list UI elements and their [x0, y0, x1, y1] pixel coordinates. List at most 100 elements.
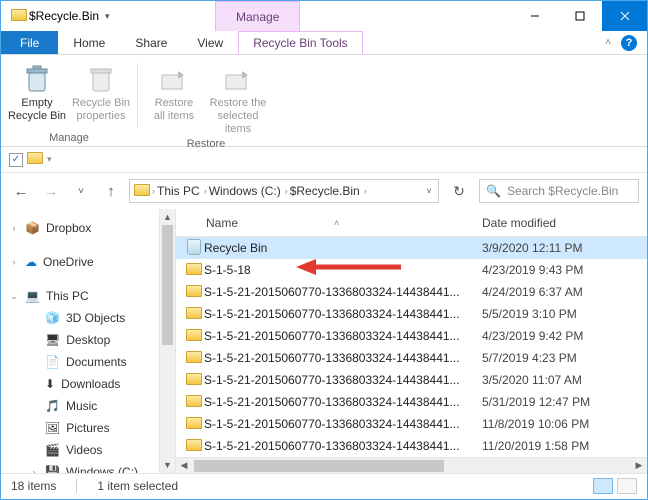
videos-icon: 🎬: [45, 443, 60, 457]
folder-icon: [186, 373, 202, 385]
nav-this-pc[interactable]: ⌄💻This PC: [1, 285, 175, 307]
collapse-ribbon-icon[interactable]: ˄: [605, 37, 611, 48]
ribbon-tabs: File Home Share View Recycle Bin Tools ˄…: [1, 31, 647, 55]
file-name: S-1-5-21-2015060770-1336803324-14438441.…: [204, 417, 482, 431]
table-row[interactable]: S-1-5-21-2015060770-1336803324-14438441.…: [176, 325, 647, 347]
table-row[interactable]: S-1-5-21-2015060770-1336803324-14438441.…: [176, 369, 647, 391]
horizontal-scrollbar[interactable]: ◀▶: [176, 457, 647, 473]
folder-icon: [186, 395, 202, 407]
quick-access-bar: ✓ ▾: [1, 147, 647, 173]
nav-3d-objects[interactable]: 🧊3D Objects: [1, 307, 175, 329]
table-row[interactable]: S-1-5-184/23/2019 9:43 PM: [176, 259, 647, 281]
tab-file[interactable]: File: [1, 31, 58, 54]
table-row[interactable]: S-1-5-21-2015060770-1336803324-14438441.…: [176, 413, 647, 435]
desktop-icon: 🖥: [45, 333, 60, 347]
window-title: $Recycle.Bin: [29, 9, 99, 23]
table-row[interactable]: S-1-5-21-2015060770-1336803324-14438441.…: [176, 391, 647, 413]
file-date: 11/20/2019 1:58 PM: [482, 439, 647, 453]
search-icon: 🔍: [486, 184, 501, 198]
file-date: 5/31/2019 12:47 PM: [482, 395, 647, 409]
tab-share[interactable]: Share: [120, 31, 182, 54]
file-name: S-1-5-21-2015060770-1336803324-14438441.…: [204, 307, 482, 321]
forward-button[interactable]: →: [39, 179, 63, 203]
titlebar: $Recycle.Bin ▾ Manage: [1, 1, 647, 31]
file-date: 5/7/2019 4:23 PM: [482, 351, 647, 365]
trash-props-icon: [85, 63, 117, 95]
folder-icon: [186, 351, 202, 363]
table-row[interactable]: S-1-5-21-2015060770-1336803324-14438441.…: [176, 435, 647, 457]
table-row[interactable]: S-1-5-21-2015060770-1336803324-14438441.…: [176, 281, 647, 303]
sort-asc-icon: ˄: [334, 218, 339, 228]
details-view-button[interactable]: [593, 478, 613, 494]
folder-icon: [27, 152, 43, 167]
tab-view[interactable]: View: [182, 31, 238, 54]
trash-icon: [21, 63, 53, 95]
help-icon[interactable]: ?: [621, 35, 637, 51]
nav-desktop[interactable]: 🖥Desktop: [1, 329, 175, 351]
table-row[interactable]: S-1-5-21-2015060770-1336803324-14438441.…: [176, 303, 647, 325]
back-button[interactable]: ←: [9, 179, 33, 203]
nav-music[interactable]: 🎵Music: [1, 395, 175, 417]
tab-recycle-bin-tools[interactable]: Recycle Bin Tools: [238, 31, 363, 54]
file-date: 4/23/2019 9:42 PM: [482, 329, 647, 343]
search-input[interactable]: 🔍 Search $Recycle.Bin: [479, 179, 639, 203]
breadcrumb: This PC›: [157, 184, 207, 198]
file-list: Name˄ Date modified Recycle Bin3/9/2020 …: [176, 209, 647, 473]
ribbon-group-restore: Restore: [187, 136, 226, 152]
restore-selected-button[interactable]: Restore the selected items: [208, 59, 268, 136]
status-item-count: 18 items: [11, 479, 56, 493]
table-row[interactable]: S-1-5-21-2015060770-1336803324-14438441.…: [176, 347, 647, 369]
nav-downloads[interactable]: ⬇Downloads: [1, 373, 175, 395]
dropbox-icon: 📦: [25, 221, 40, 235]
folder-icon: [186, 417, 202, 429]
file-name: S-1-5-21-2015060770-1336803324-14438441.…: [204, 395, 482, 409]
music-icon: 🎵: [45, 399, 60, 413]
recycle-bin-properties-button[interactable]: Recycle Bin properties: [71, 59, 131, 130]
minimize-button[interactable]: [512, 1, 557, 31]
recent-locations-button[interactable]: ˅: [69, 179, 93, 203]
refresh-button[interactable]: ↻: [445, 179, 473, 203]
restore-selected-icon: [222, 63, 254, 95]
close-button[interactable]: [602, 1, 647, 31]
search-placeholder: Search $Recycle.Bin: [507, 184, 618, 198]
nav-documents[interactable]: 📄Documents: [1, 351, 175, 373]
folder-icon: [186, 263, 202, 275]
select-all-checkbox[interactable]: ✓: [9, 153, 23, 167]
thumbnails-view-button[interactable]: [617, 478, 637, 494]
empty-recycle-bin-button[interactable]: Empty Recycle Bin: [7, 59, 67, 130]
tab-home[interactable]: Home: [58, 31, 120, 54]
column-header-name[interactable]: Name˄: [184, 216, 482, 230]
address-dropdown-icon[interactable]: ˅: [420, 186, 438, 196]
downloads-icon: ⬇: [45, 377, 55, 391]
file-name: Recycle Bin: [204, 241, 482, 255]
qat-dropdown-icon[interactable]: ▾: [105, 11, 110, 22]
navigation-pane[interactable]: ›📦Dropbox ›☁OneDrive ⌄💻This PC 🧊3D Objec…: [1, 209, 176, 473]
file-name: S-1-5-21-2015060770-1336803324-14438441.…: [204, 351, 482, 365]
file-name: S-1-5-21-2015060770-1336803324-14438441.…: [204, 285, 482, 299]
ribbon: Empty Recycle Bin Recycle Bin properties…: [1, 55, 647, 147]
up-button[interactable]: ↑: [99, 179, 123, 203]
address-bar[interactable]: › This PC› Windows (C:)› $Recycle.Bin› ˅: [129, 179, 439, 203]
nav-pictures[interactable]: 🖼Pictures: [1, 417, 175, 439]
table-row[interactable]: Recycle Bin3/9/2020 12:11 PM: [176, 237, 647, 259]
nav-dropbox[interactable]: ›📦Dropbox: [1, 217, 175, 239]
folder-icon: [186, 439, 202, 451]
pictures-icon: 🖼: [45, 421, 60, 435]
folder-icon: [9, 9, 29, 24]
nav-onedrive[interactable]: ›☁OneDrive: [1, 251, 175, 273]
column-header-date[interactable]: Date modified: [482, 216, 647, 230]
file-name: S-1-5-18: [204, 263, 482, 277]
nav-scrollbar[interactable]: ▲▼: [159, 209, 175, 473]
qat-chevron-icon[interactable]: ▾: [47, 154, 52, 165]
file-date: 11/8/2019 10:06 PM: [482, 417, 647, 431]
file-date: 3/5/2020 11:07 AM: [482, 373, 647, 387]
ribbon-group-manage: Manage: [49, 130, 89, 146]
maximize-button[interactable]: [557, 1, 602, 31]
nav-windows-c[interactable]: ›💾Windows (C:): [1, 461, 175, 473]
file-date: 4/23/2019 9:43 PM: [482, 263, 647, 277]
folder-icon: [134, 184, 150, 199]
status-bar: 18 items 1 item selected: [1, 473, 647, 497]
restore-all-button[interactable]: Restore all items: [144, 59, 204, 136]
breadcrumb: $Recycle.Bin›: [290, 184, 367, 198]
nav-videos[interactable]: 🎬Videos: [1, 439, 175, 461]
